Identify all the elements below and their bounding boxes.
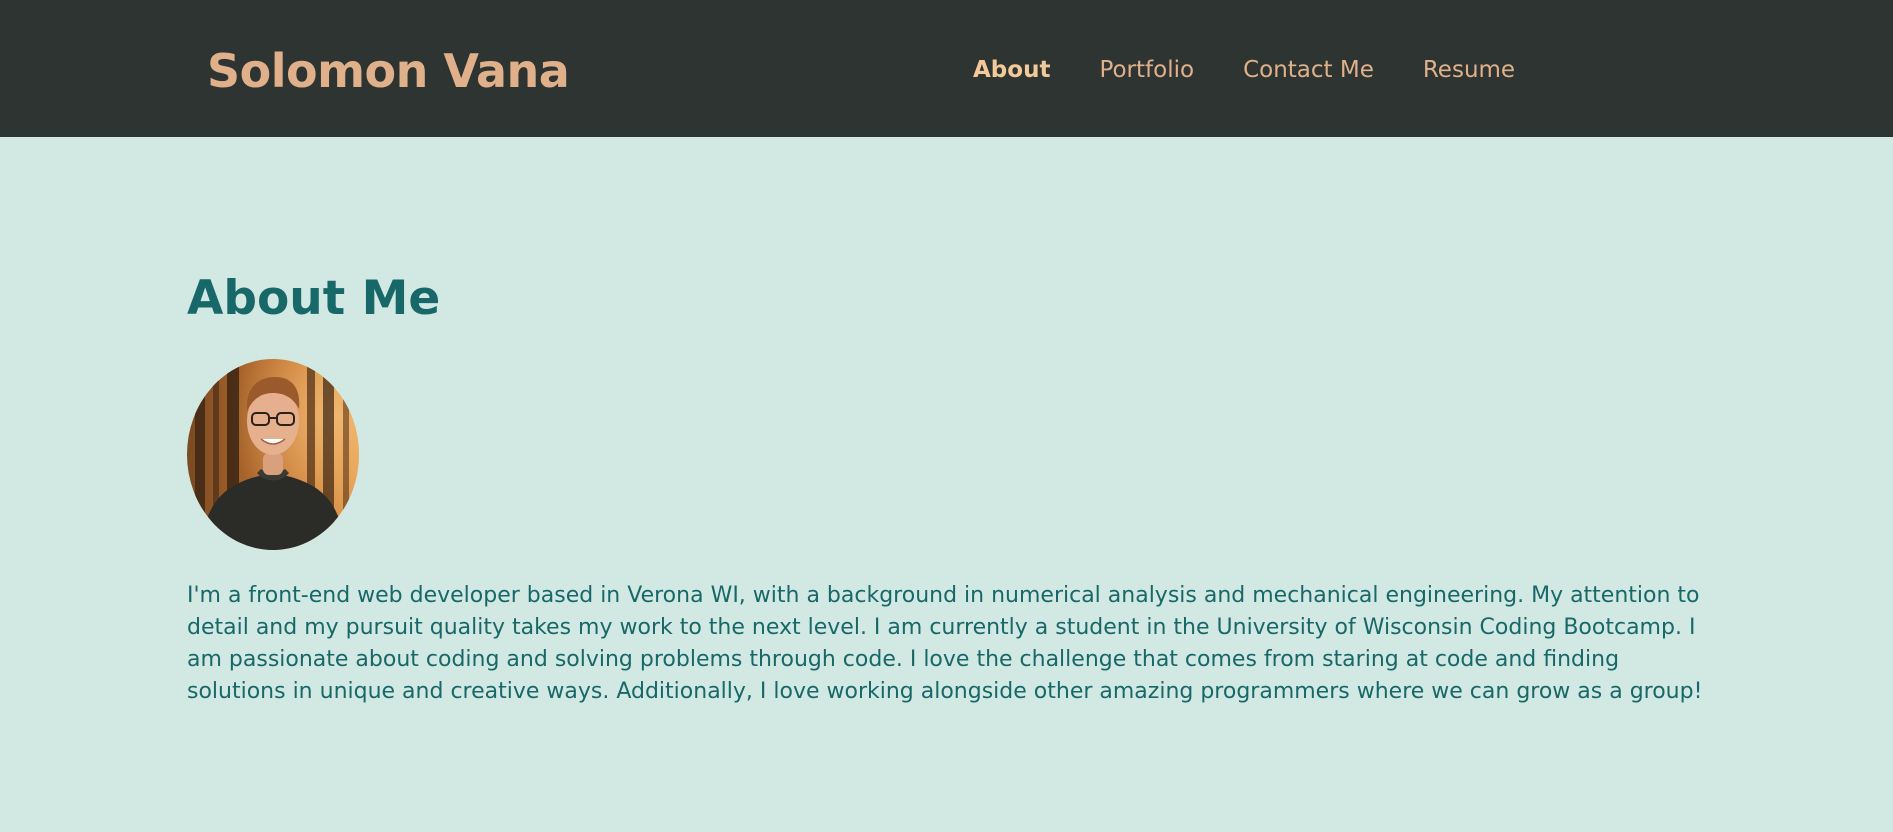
avatar-portrait-image	[187, 359, 359, 550]
site-header: Solomon Vana About Portfolio Contact Me …	[0, 0, 1893, 137]
nav-link-portfolio[interactable]: Portfolio	[1099, 55, 1194, 85]
nav-link-resume[interactable]: Resume	[1423, 55, 1515, 85]
about-bio-text: I'm a front-end web developer based in V…	[187, 583, 1703, 704]
main-nav: About Portfolio Contact Me Resume	[973, 55, 1515, 85]
avatar	[187, 359, 359, 550]
page-title: About Me	[187, 271, 441, 326]
nav-link-contact[interactable]: Contact Me	[1243, 55, 1374, 85]
site-brand[interactable]: Solomon Vana	[207, 42, 570, 100]
nav-link-about[interactable]: About	[973, 55, 1050, 85]
